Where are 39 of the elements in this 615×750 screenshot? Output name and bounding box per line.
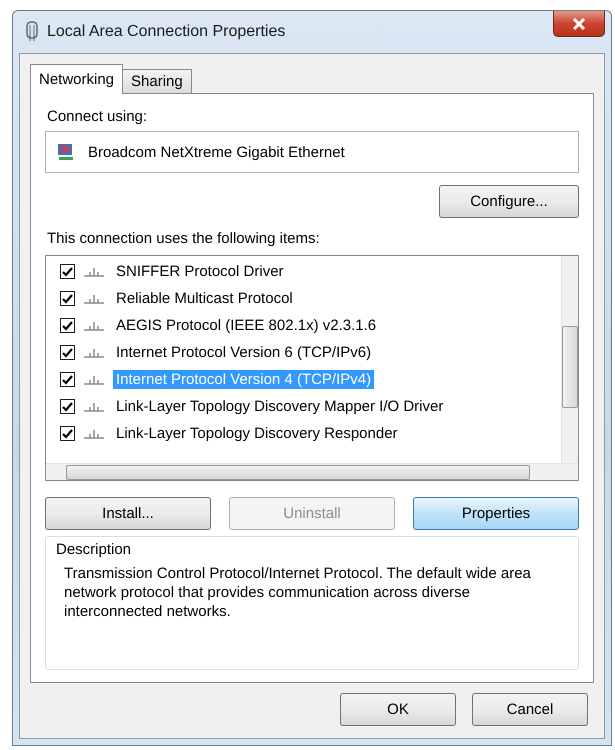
items-label: This connection uses the following items: — [47, 230, 321, 247]
network-protocol-icon — [83, 320, 105, 332]
list-item[interactable]: Internet Protocol Version 6 (TCP/IPv6) — [113, 343, 374, 362]
description-label: Description — [56, 541, 132, 558]
network-protocol-icon — [83, 292, 105, 304]
network-adapter-icon — [25, 21, 39, 43]
list-item[interactable]: Reliable Multicast Protocol — [113, 289, 296, 308]
list-item[interactable]: Link-Layer Topology Discovery Mapper I/O Driver — [113, 397, 446, 416]
list-item[interactable]: AEGIS Protocol (IEEE 802.1x) v2.3.1.6 — [113, 316, 380, 335]
horizontal-scrollbar[interactable] — [46, 463, 578, 480]
item-action-button[interactable]: Install... — [45, 497, 211, 530]
checkbox[interactable] — [60, 426, 75, 441]
dialog-button[interactable]: Cancel — [472, 693, 588, 726]
network-protocol-icon — [83, 346, 105, 358]
network-protocol-icon — [83, 266, 105, 278]
connect-using-label: Connect using: — [47, 108, 148, 125]
vertical-scrollbar[interactable] — [561, 256, 578, 463]
adapter-name: Broadcom NetXtreme Gigabit Ethernet — [88, 144, 345, 160]
checkbox[interactable] — [60, 399, 75, 414]
window-title: Local Area Connection Properties — [47, 23, 286, 41]
network-protocol-icon — [83, 428, 105, 440]
network-protocol-icon — [83, 400, 105, 412]
dialog-button[interactable]: OK — [340, 693, 456, 726]
checkbox[interactable] — [60, 345, 75, 360]
tab[interactable]: Networking — [30, 64, 124, 94]
checkbox[interactable] — [60, 291, 75, 306]
checkbox[interactable] — [60, 318, 75, 333]
list-item[interactable]: Link-Layer Topology Discovery Responder — [113, 424, 401, 443]
close-button[interactable] — [553, 11, 605, 37]
tab[interactable]: Sharing — [122, 69, 192, 94]
checkbox[interactable] — [60, 372, 75, 387]
item-action-button[interactable]: Properties — [413, 497, 579, 530]
configure-button[interactable]: Configure... — [439, 185, 579, 218]
network-protocol-icon — [83, 374, 105, 386]
network-card-icon — [56, 142, 76, 162]
checkbox[interactable] — [60, 264, 75, 279]
list-item[interactable]: SNIFFER Protocol Driver — [113, 262, 287, 281]
description-text: Transmission Control Protocol/Internet Protocol. The default wide area network protocol that provides communication across diverse interconnected networks. — [64, 564, 532, 621]
close-icon — [572, 18, 586, 30]
